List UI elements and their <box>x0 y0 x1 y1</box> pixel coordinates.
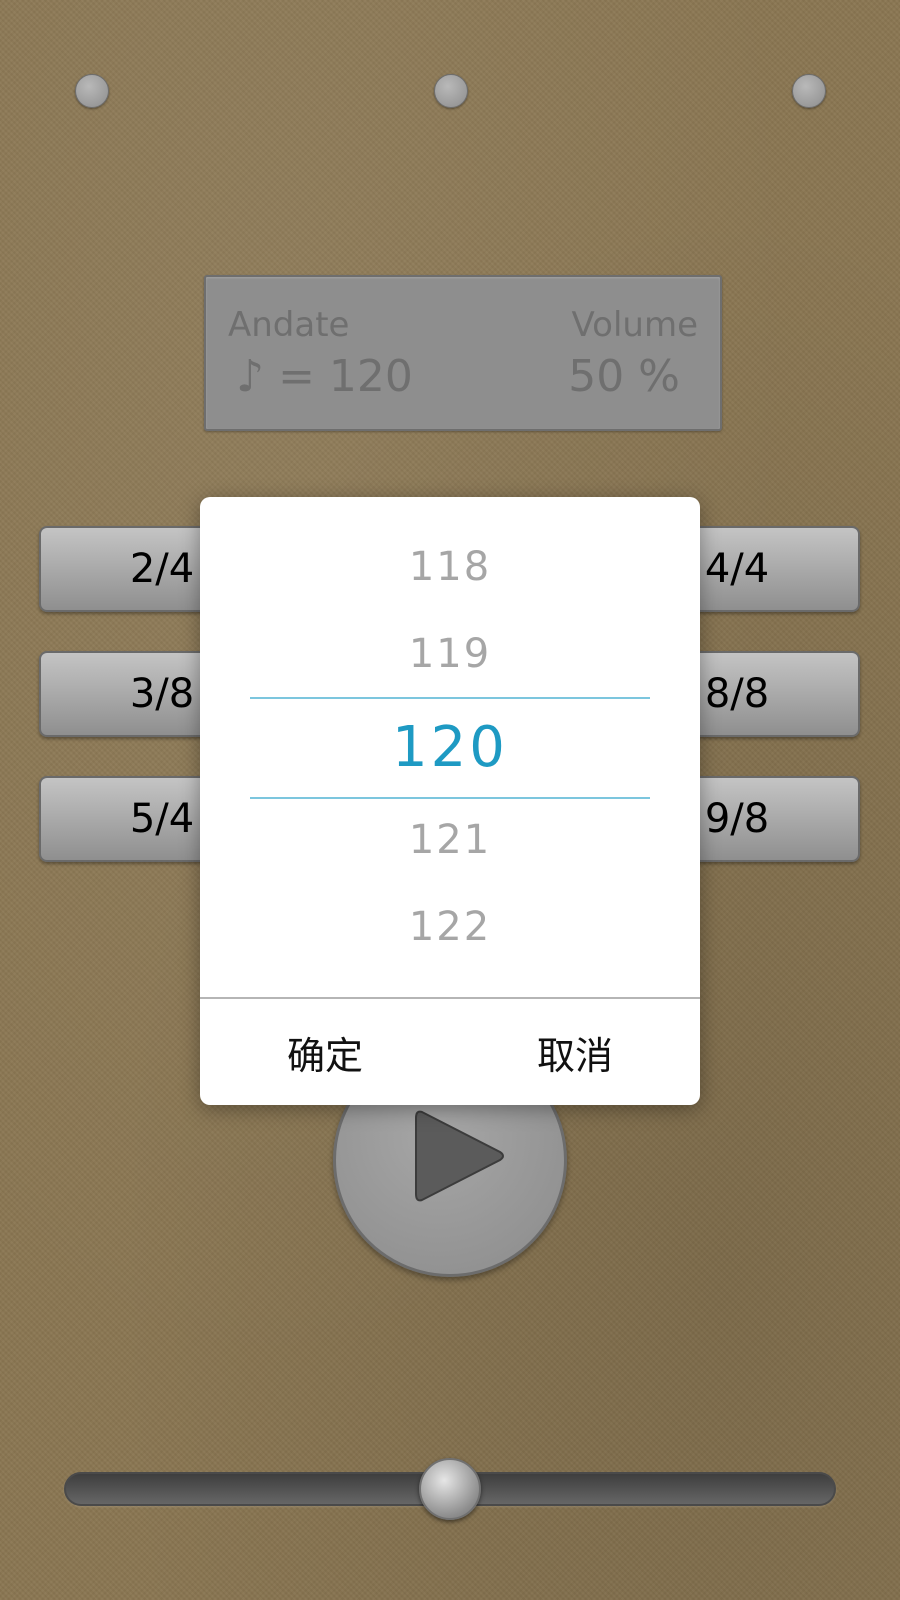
confirm-button[interactable]: 确定 <box>200 999 450 1105</box>
tempo-picker-dialog: 118 119 120 121 122 确定 取消 <box>200 497 700 1105</box>
picker-option[interactable]: 119 <box>200 631 700 677</box>
metronome-screen: Andate ♪ = 120 Volume 50 % 2/4 3/8 5/4 4… <box>0 0 900 1600</box>
picker-selected-value[interactable]: 120 <box>200 715 700 780</box>
picker-option[interactable]: 118 <box>200 544 700 590</box>
picker-option[interactable]: 122 <box>200 904 700 950</box>
picker-option[interactable]: 121 <box>200 817 700 863</box>
picker-selection-line <box>250 797 650 799</box>
cancel-button[interactable]: 取消 <box>450 999 700 1105</box>
picker-selection-line <box>250 697 650 699</box>
tempo-number-picker[interactable]: 118 119 120 121 122 <box>200 497 700 997</box>
